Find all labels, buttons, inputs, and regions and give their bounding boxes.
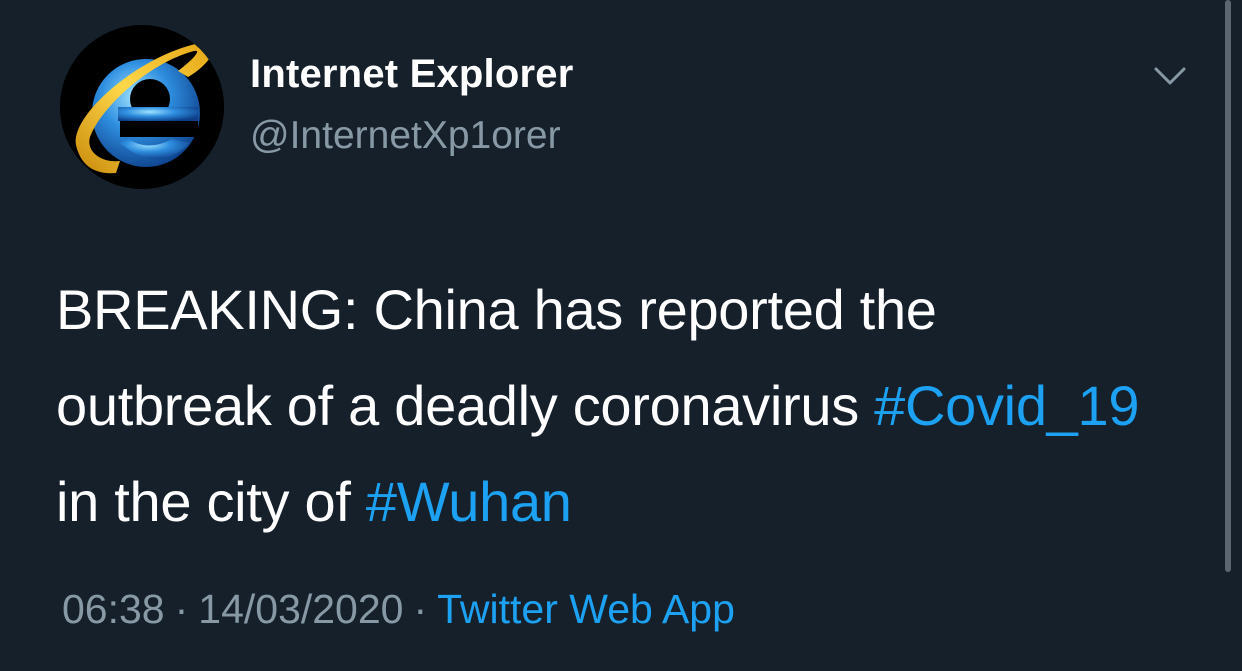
meta-separator: ·	[413, 586, 428, 632]
hashtag-link[interactable]: #Wuhan	[366, 470, 572, 533]
scrollbar[interactable]	[1225, 0, 1231, 572]
tweet-meta: 06:38 · 14/03/2020 · Twitter Web App	[62, 586, 735, 633]
tweet-menu-button[interactable]	[1152, 58, 1188, 94]
tweet-text-part: BREAKING: China has reported the outbrea…	[56, 278, 937, 437]
avatar[interactable]	[60, 25, 224, 189]
tweet-text-part: in the city of	[56, 470, 366, 533]
tweet-source-link[interactable]: Twitter Web App	[437, 586, 735, 632]
hashtag-link[interactable]: #Covid_19	[874, 374, 1139, 437]
internet-explorer-logo-icon	[60, 25, 224, 189]
author-display-name[interactable]: Internet Explorer	[250, 52, 573, 97]
chevron-down-icon	[1154, 67, 1186, 85]
tweet-text: BREAKING: China has reported the outbrea…	[56, 262, 1166, 550]
tweet-time: 06:38	[62, 586, 165, 632]
author-handle[interactable]: @InternetXp1orer	[250, 114, 561, 158]
tweet-date: 14/03/2020	[198, 586, 404, 632]
meta-separator: ·	[174, 586, 189, 632]
tweet-card: Internet Explorer @InternetXp1orer BREAK…	[0, 0, 1242, 671]
